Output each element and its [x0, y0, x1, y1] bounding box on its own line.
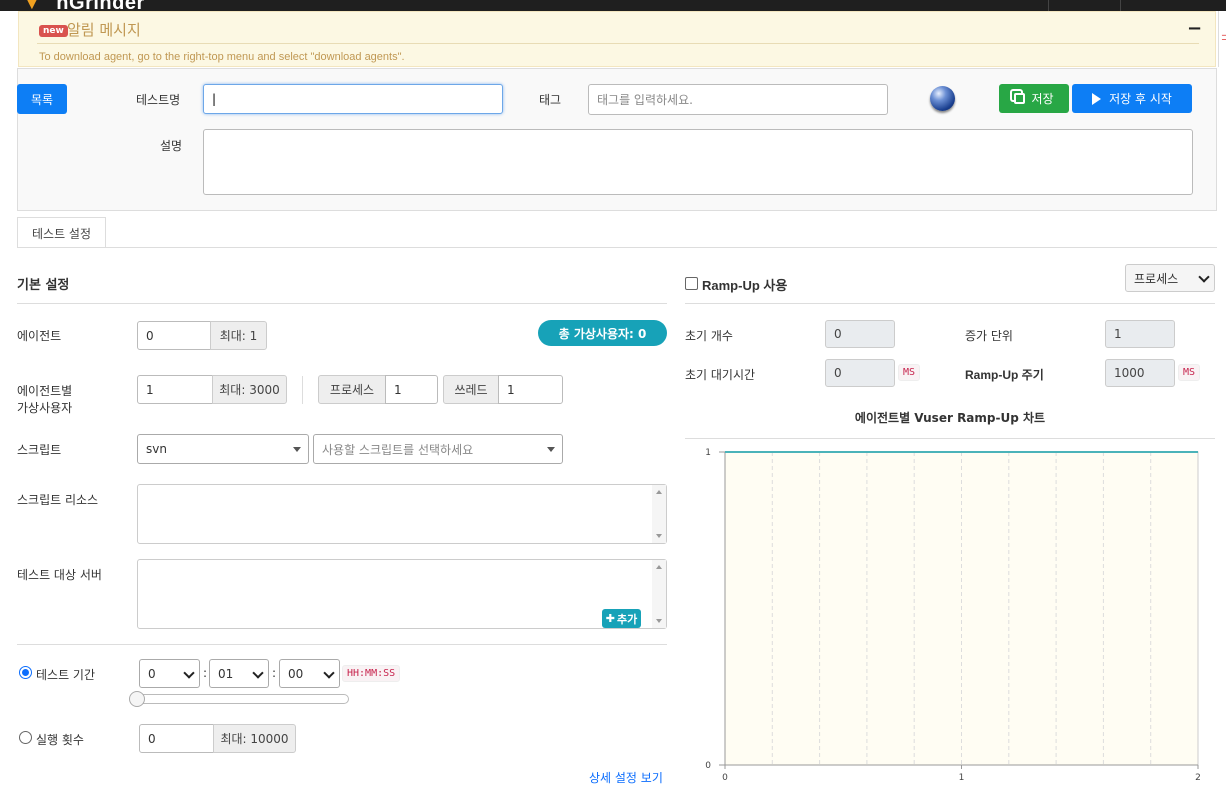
section-divider — [685, 303, 1215, 304]
slider-handle[interactable] — [129, 691, 145, 707]
script-resource-label: 스크립트 리소스 — [17, 493, 99, 507]
period-label: Ramp-Up 주기 — [965, 368, 1044, 382]
rampup-type-select[interactable]: 프로세스 — [1125, 264, 1215, 292]
description-label: 설명 — [160, 139, 183, 153]
scroll-down-icon[interactable] — [656, 534, 662, 538]
edge-marker: ⊐ — [1221, 33, 1226, 43]
copy-icon — [1014, 93, 1026, 104]
init-count-input[interactable]: 0 — [825, 320, 895, 348]
scrollbar[interactable] — [652, 560, 666, 628]
dropdown-caret-icon — [547, 447, 555, 452]
tab-divider — [17, 247, 1217, 248]
basic-settings-title: 기본 설정 — [17, 278, 70, 293]
target-server-textarea[interactable] — [137, 559, 667, 629]
plus-icon: ✚ — [605, 612, 615, 625]
rampup-chart: 0 1 2 0 1 — [705, 448, 1201, 783]
save-and-run-button[interactable]: 저장 후 시작 — [1072, 84, 1192, 113]
script-select[interactable]: 사용할 스크립트를 선택하세요 — [313, 434, 563, 464]
chevron-down-icon — [183, 666, 195, 679]
ms-unit: MS — [898, 364, 921, 381]
period-input[interactable]: 1000 — [1105, 359, 1175, 387]
vuser-per-agent-label: 에이전트별 — [17, 384, 73, 398]
advanced-settings-link[interactable]: 상세 설정 보기 — [589, 769, 663, 786]
vuser-max-addon: 최대: 3000 — [212, 375, 287, 404]
duration-slider[interactable] — [129, 691, 349, 707]
x-tick-label: 0 — [722, 773, 728, 783]
scroll-down-icon[interactable] — [656, 619, 662, 623]
run-count-input[interactable]: 0 — [139, 724, 214, 753]
duration-hours-select[interactable]: 0 — [139, 659, 200, 688]
duration-radio[interactable] — [19, 666, 32, 679]
section-divider — [17, 644, 667, 645]
y-tick-label: 1 — [705, 448, 711, 458]
init-count-label: 초기 개수 — [685, 329, 733, 343]
step-label: 증가 단위 — [965, 329, 1013, 343]
new-badge: new — [39, 25, 68, 37]
test-name-label: 테스트명 — [136, 93, 181, 107]
list-button[interactable]: 목록 — [17, 84, 67, 114]
process-label: 프로세스 — [318, 375, 386, 404]
alert-message-box: new 알림 메시지 To download agent, go to the … — [18, 11, 1216, 67]
collapse-button[interactable]: − — [1187, 18, 1202, 39]
agent-max-addon: 최대: 1 — [210, 321, 267, 350]
description-textarea[interactable] — [203, 129, 1193, 195]
chart-divider — [685, 438, 1215, 439]
time-separator: : — [272, 666, 277, 680]
duration-label: 테스트 기간 — [36, 668, 96, 682]
tag-label: 태그 — [539, 93, 562, 107]
test-name-input[interactable]: | — [203, 84, 503, 114]
x-tick-label: 1 — [959, 773, 965, 783]
run-count-max-addon: 최대: 10000 — [213, 724, 296, 753]
script-resource-textarea[interactable] — [137, 484, 667, 544]
alert-text: To download agent, go to the right-top m… — [39, 51, 405, 63]
alert-divider — [37, 43, 1199, 44]
run-count-radio[interactable] — [19, 731, 32, 744]
target-server-label: 테스트 대상 서버 — [17, 568, 102, 582]
init-wait-label: 초기 대기시간 — [685, 368, 756, 382]
init-wait-input[interactable]: 0 — [825, 359, 895, 387]
total-vuser-badge: 총 가상사용자: 0 — [538, 320, 667, 346]
thread-label: 쓰레드 — [443, 375, 499, 404]
save-button[interactable]: 저장 — [999, 84, 1069, 113]
scroll-up-icon[interactable] — [656, 565, 662, 569]
side-scroll-edge: ⊐ — [1218, 11, 1226, 67]
text-cursor: | — [212, 92, 217, 106]
navbar-divider — [1048, 0, 1049, 11]
script-repo-select[interactable]: svn — [137, 434, 309, 464]
thread-input[interactable]: 1 — [498, 375, 563, 404]
navbar-divider — [1120, 0, 1121, 11]
section-divider — [17, 303, 667, 304]
add-target-button[interactable]: ✚ 추가 — [602, 609, 641, 628]
duration-minutes-select[interactable]: 01 — [209, 659, 269, 688]
chevron-down-icon — [1198, 271, 1210, 283]
step-input[interactable]: 1 — [1105, 320, 1175, 348]
duration-format-hint: HH:MM:SS — [342, 665, 401, 682]
y-tick-label: 0 — [705, 761, 711, 771]
tab-test-settings[interactable]: 테스트 설정 — [17, 217, 106, 248]
time-separator: : — [203, 666, 208, 680]
ms-unit: MS — [1178, 364, 1201, 381]
agent-count-input[interactable]: 0 — [137, 321, 211, 350]
process-input[interactable]: 1 — [385, 375, 438, 404]
rampup-label: Ramp-Up 사용 — [702, 278, 788, 293]
chevron-down-icon — [323, 666, 335, 679]
chevron-down-icon — [252, 666, 264, 679]
duration-seconds-select[interactable]: 00 — [279, 659, 340, 688]
field-separator — [302, 376, 303, 404]
scroll-up-icon[interactable] — [656, 490, 662, 494]
rampup-checkbox[interactable] — [685, 277, 698, 290]
tag-input[interactable]: 태그를 입력하세요. — [588, 84, 888, 115]
agent-label: 에이전트 — [17, 329, 62, 343]
alert-title: 알림 메시지 — [67, 21, 141, 39]
x-tick-label: 2 — [1195, 773, 1201, 783]
chart-title: 에이전트별 Vuser Ramp-Up 차트 — [854, 411, 1046, 425]
vuser-per-agent-label-2: 가상사용자 — [17, 401, 73, 415]
script-label: 스크립트 — [17, 443, 62, 457]
vuser-per-agent-input[interactable]: 1 — [137, 375, 213, 404]
play-icon — [1092, 92, 1102, 105]
top-navbar: ▼ nGrinder — [0, 0, 1226, 14]
status-ball-icon — [930, 86, 955, 111]
dropdown-caret-icon — [293, 447, 301, 452]
run-count-label: 실행 횟수 — [36, 733, 84, 747]
